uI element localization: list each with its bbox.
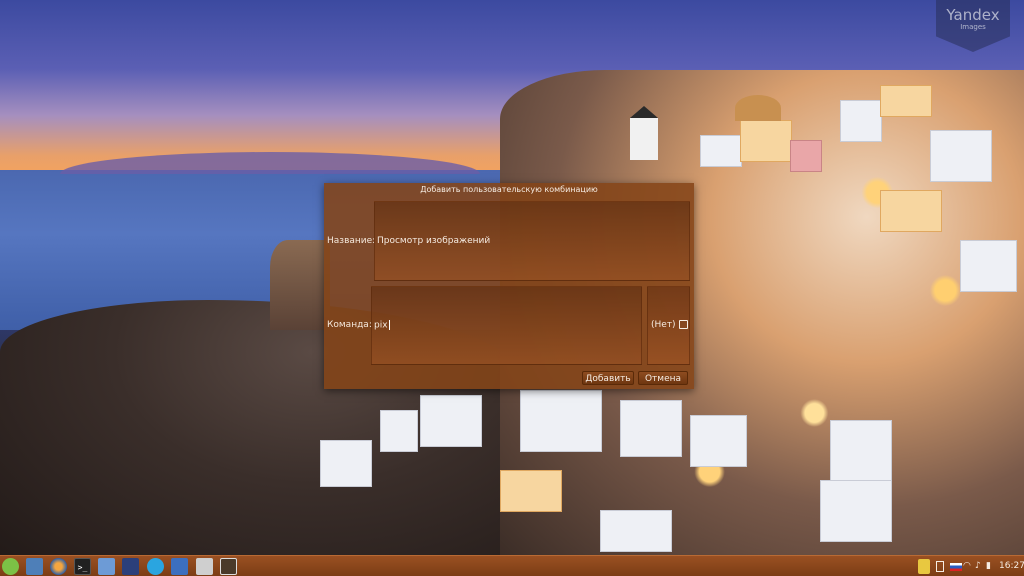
wallpaper-house — [930, 130, 992, 182]
wallpaper-house — [380, 410, 418, 452]
show-desktop-icon[interactable] — [26, 558, 43, 575]
skype-icon[interactable] — [147, 558, 164, 575]
wallpaper-house — [830, 420, 892, 482]
command-input-value: pix — [374, 320, 388, 331]
desktop: Yandex Images Добавить пользовательскую … — [0, 0, 1024, 576]
folder-icon[interactable] — [98, 558, 115, 575]
wallpaper-mountains — [60, 152, 480, 174]
dialog-title: Добавить пользовательскую комбинацию — [420, 185, 598, 194]
wallpaper-house — [820, 480, 892, 542]
calculator-icon[interactable] — [196, 558, 213, 575]
battery-icon[interactable]: ▮ — [986, 559, 991, 574]
wallpaper-house — [690, 415, 747, 467]
clock[interactable]: 16:27 — [999, 559, 1024, 574]
wallpaper-rock — [270, 240, 330, 330]
wallpaper-house — [700, 135, 742, 167]
keyboard-layout-flag-icon[interactable] — [950, 563, 962, 571]
command-label: Команда: — [327, 320, 372, 330]
wallpaper-house — [880, 85, 932, 117]
wallpaper-house — [960, 240, 1017, 292]
document-icon[interactable] — [171, 558, 188, 575]
wallpaper-house — [880, 190, 942, 232]
wifi-icon[interactable]: ◠ — [963, 559, 971, 574]
text-cursor — [388, 320, 390, 330]
command-input[interactable]: pix — [371, 286, 642, 365]
notes-icon[interactable] — [918, 559, 930, 574]
sound-icon[interactable]: ♪ — [975, 559, 981, 574]
cancel-button[interactable]: Отмена — [638, 371, 688, 385]
wallpaper-house — [840, 100, 882, 142]
add-button[interactable]: Добавить — [582, 371, 634, 385]
keyboard-icon — [678, 320, 688, 329]
media-player-icon[interactable] — [122, 558, 139, 575]
wallpaper-house — [520, 390, 602, 452]
wallpaper-house — [500, 470, 562, 512]
name-label: Название: — [327, 236, 376, 246]
app-icon[interactable] — [220, 558, 237, 575]
wallpaper-house — [320, 440, 372, 487]
wallpaper-house — [790, 140, 822, 172]
yandex-watermark: Yandex Images — [936, 0, 1010, 52]
taskbar: >_ ◠ ♪ ▮ 16:27 — [0, 555, 1024, 576]
wallpaper-house — [600, 510, 672, 552]
wallpaper-dome — [735, 95, 781, 121]
wallpaper-house — [740, 120, 792, 162]
firefox-icon[interactable] — [50, 558, 67, 575]
name-input[interactable]: Просмотр изображений — [374, 201, 690, 281]
wallpaper-windmill-roof — [630, 106, 658, 118]
terminal-icon[interactable]: >_ — [74, 558, 91, 575]
wallpaper-house — [620, 400, 682, 457]
shortcut-binding-label: (Нет) — [651, 320, 676, 330]
wallpaper-windmill — [630, 118, 658, 160]
watermark-subtitle: Images — [960, 23, 986, 31]
drive-icon[interactable] — [936, 561, 944, 572]
menu-icon[interactable] — [2, 558, 19, 575]
watermark-title: Yandex — [946, 6, 1000, 24]
name-input-value: Просмотр изображений — [377, 236, 491, 246]
shortcut-binding-button[interactable]: (Нет) — [647, 286, 690, 365]
wallpaper-house — [420, 395, 482, 447]
